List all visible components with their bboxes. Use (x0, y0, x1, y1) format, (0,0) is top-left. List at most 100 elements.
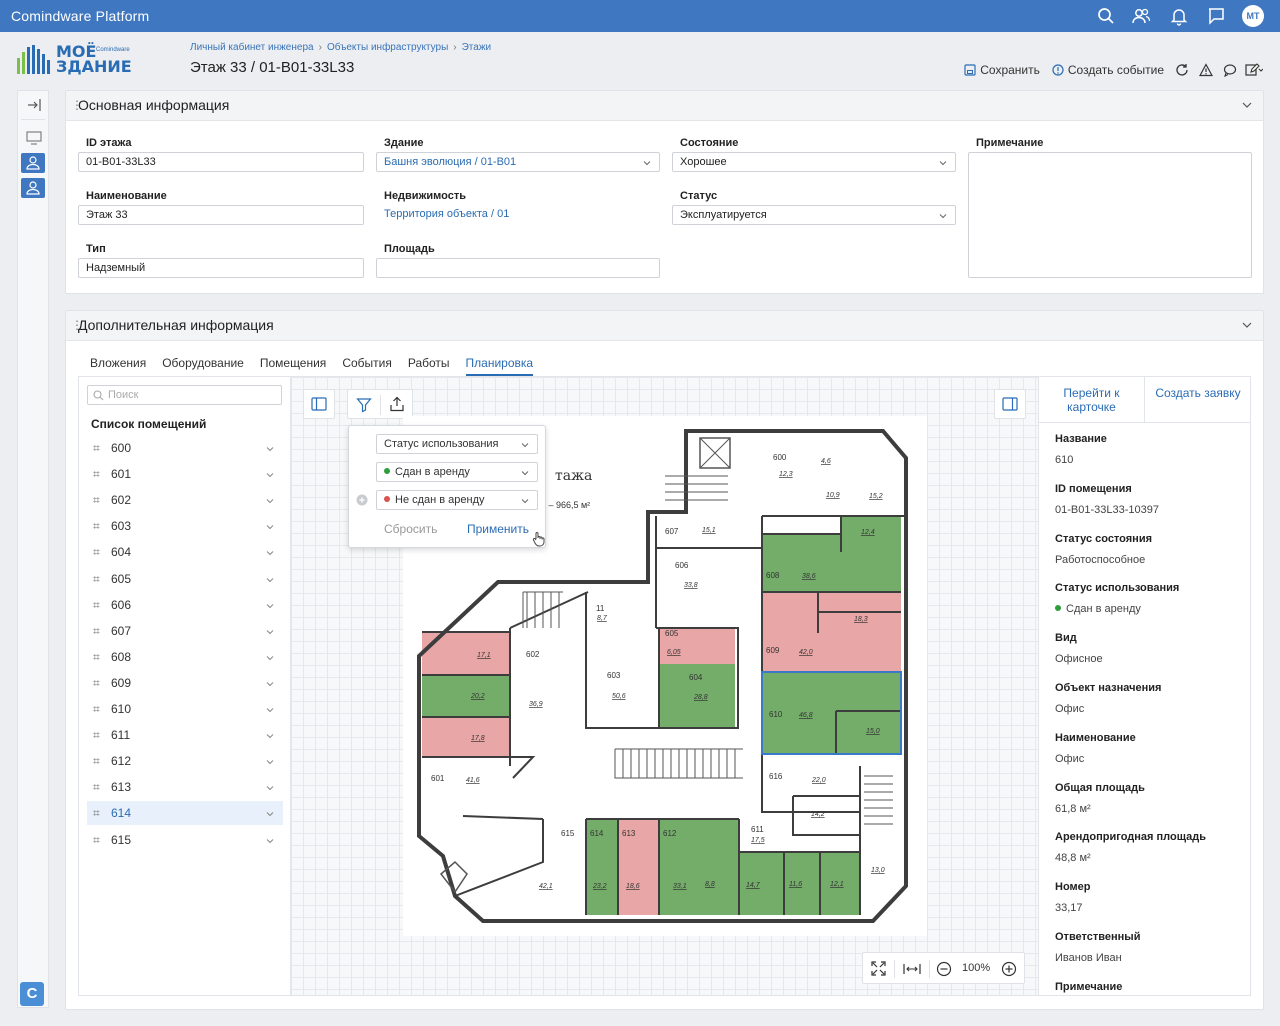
chevron-down-icon[interactable] (265, 679, 275, 689)
chevron-down-icon[interactable] (265, 705, 275, 715)
chevron-down-icon[interactable] (1241, 99, 1253, 111)
room-list-item[interactable]: ⌗ 615 (87, 828, 283, 852)
property-row: Примечание (1055, 981, 1122, 1002)
apply-button[interactable]: Применить (467, 522, 529, 536)
zoom-out-icon[interactable] (936, 961, 952, 977)
tab-attachments[interactable]: Вложения (90, 356, 146, 376)
room-list-item[interactable]: ⌗ 613 (87, 775, 283, 799)
refresh-icon[interactable] (1170, 58, 1194, 82)
tab-equipment[interactable]: Оборудование (162, 356, 244, 376)
edit-menu-icon[interactable] (1242, 58, 1266, 82)
area-input[interactable] (376, 258, 660, 278)
export-icon[interactable] (389, 396, 405, 412)
chevron-down-icon (643, 161, 651, 166)
help-button[interactable]: C (20, 982, 44, 1006)
filter-icon[interactable] (356, 397, 372, 413)
zoom-in-icon[interactable] (1001, 961, 1017, 977)
chevron-down-icon[interactable] (265, 522, 275, 532)
chevron-down-icon[interactable] (265, 783, 275, 793)
tab-layout[interactable]: Планировка (465, 356, 534, 376)
chevron-down-icon[interactable] (265, 731, 275, 741)
name-input[interactable]: Этаж 33 (78, 205, 364, 225)
chat-icon[interactable] (1206, 6, 1226, 26)
filter-field-select[interactable]: Статус использования (376, 434, 538, 454)
room-list-item[interactable]: ⌗ 614 (87, 801, 283, 826)
breadcrumb-item[interactable]: Этажи (462, 42, 492, 53)
tab-works[interactable]: Работы (408, 356, 450, 376)
room-list-item[interactable]: ⌗ 603 (87, 514, 283, 538)
plan-room-number: 615 (561, 829, 575, 838)
chevron-down-icon[interactable] (1241, 319, 1253, 331)
type-input[interactable]: Надземный (78, 258, 364, 278)
room-number: 614 (111, 806, 132, 821)
users-icon[interactable] (1131, 6, 1151, 26)
property-link[interactable]: Территория объекта / 01 (384, 208, 660, 220)
toggle-list-button[interactable] (303, 389, 335, 419)
chevron-down-icon[interactable] (265, 836, 275, 846)
room-list-item[interactable]: ⌗ 612 (87, 749, 283, 773)
search-input[interactable]: Поиск (87, 385, 282, 405)
panel-header[interactable]: ⋮ Основная информация (66, 91, 1263, 121)
chevron-down-icon[interactable] (265, 575, 275, 585)
chevron-down-icon[interactable] (265, 809, 275, 819)
save-button[interactable]: Сохранить (958, 58, 1046, 82)
search-icon[interactable] (1096, 6, 1116, 26)
room-list-item[interactable]: ⌗ 608 (87, 645, 283, 669)
room-list-item[interactable]: ⌗ 610 (87, 697, 283, 721)
bell-icon[interactable] (1169, 6, 1189, 26)
room-list-item[interactable]: ⌗ 600 (87, 436, 283, 460)
chevron-down-icon[interactable] (265, 496, 275, 506)
plan-room-number: 610 (769, 710, 783, 719)
app-title[interactable]: Comindware Platform (11, 8, 149, 24)
building-select[interactable]: Башня эволюция / 01-B01 (376, 152, 660, 172)
chevron-down-icon[interactable] (265, 470, 275, 480)
comment-icon[interactable] (1218, 58, 1242, 82)
plan-room-area: 12,3 (779, 471, 793, 478)
property-label: Статус состояния (1055, 532, 1152, 545)
toggle-details-button[interactable] (994, 389, 1026, 419)
reset-button[interactable]: Сбросить (384, 522, 437, 536)
room-list-item[interactable]: ⌗ 606 (87, 593, 283, 617)
tab-rooms[interactable]: Помещения (260, 356, 326, 376)
breadcrumb-item[interactable]: Личный кабинет инженера (190, 42, 314, 53)
state-field: Состояние Хорошее (672, 137, 956, 172)
monitor-icon[interactable] (25, 129, 43, 147)
remove-filter-icon[interactable] (356, 494, 368, 506)
breadcrumb-item[interactable]: Объекты инфраструктуры (327, 42, 448, 53)
page-scrollbar[interactable] (1265, 90, 1280, 1010)
open-card-button[interactable]: Перейти к карточке (1039, 377, 1145, 423)
tab-events[interactable]: События (342, 356, 392, 376)
engineer-profile-icon[interactable] (21, 153, 45, 173)
filter-value-select[interactable]: Сдан в аренду (376, 462, 538, 482)
room-list-item[interactable]: ⌗ 601 (87, 462, 283, 486)
chevron-down-icon[interactable] (265, 548, 275, 558)
plan-room-number: 614 (590, 829, 604, 838)
floor-id-input[interactable]: 01-B01-33L33 (78, 152, 364, 172)
panel-header[interactable]: ⋮ Дополнительная информация (66, 311, 1263, 341)
create-event-button[interactable]: Создать событие (1046, 58, 1170, 82)
state-select[interactable]: Хорошее (672, 152, 956, 172)
room-list-item[interactable]: ⌗ 609 (87, 671, 283, 695)
chevron-down-icon[interactable] (265, 653, 275, 663)
room-list-item[interactable]: ⌗ 604 (87, 540, 283, 564)
room-list-item[interactable]: ⌗ 602 (87, 488, 283, 512)
logo-brand: Comindware (96, 47, 130, 53)
chevron-down-icon[interactable] (265, 444, 275, 454)
chevron-down-icon[interactable] (265, 601, 275, 611)
note-textarea[interactable] (968, 152, 1252, 278)
fit-width-icon[interactable] (903, 962, 921, 976)
chevron-down-icon[interactable] (265, 757, 275, 767)
chevron-down-icon[interactable] (265, 627, 275, 637)
fit-screen-icon[interactable] (871, 961, 886, 976)
user-avatar[interactable]: МТ (1242, 5, 1264, 27)
create-request-button[interactable]: Создать заявку (1145, 377, 1251, 423)
profile-icon[interactable] (21, 178, 45, 198)
filter-value-select[interactable]: Не сдан в аренду (376, 490, 538, 510)
collapse-icon[interactable] (26, 97, 42, 113)
room-list-item[interactable]: ⌗ 607 (87, 619, 283, 643)
status-select[interactable]: Эксплуатируется (672, 205, 956, 225)
warning-icon[interactable] (1194, 58, 1218, 82)
logo[interactable]: МОЁ ЗДАНИЕ Comindware (16, 44, 136, 76)
room-list-item[interactable]: ⌗ 611 (87, 723, 283, 747)
room-list-item[interactable]: ⌗ 605 (87, 567, 283, 591)
